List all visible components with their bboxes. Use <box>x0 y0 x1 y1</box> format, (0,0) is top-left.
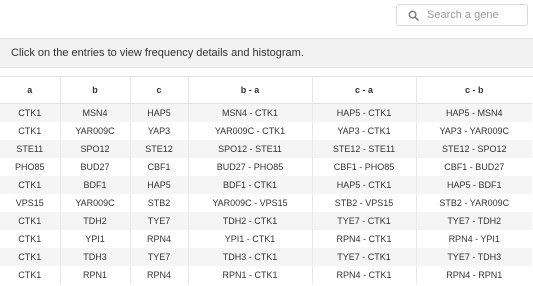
table-cell[interactable]: STE12 <box>129 140 188 158</box>
table-cell[interactable]: CBF1 - PHO85 <box>311 158 416 176</box>
column-header-c-minus-a[interactable]: c - a <box>311 77 416 104</box>
table-cell[interactable]: TDH2 <box>59 212 130 230</box>
table-row[interactable]: STE11 SPO12 STE12 SPO12 - STE11 STE12 - STE1… <box>0 140 532 158</box>
frequency-table: a b c b - a c - a c - b CTK1 MSN4 HAP5 MSN4… <box>0 76 533 286</box>
table-row[interactable]: CTK1 MSN4 HAP5 MSN4 - CTK1 HAP5 - CTK1 HAP5 -… <box>0 103 532 122</box>
column-header-c-minus-b[interactable]: c - b <box>415 77 532 104</box>
table-cell[interactable]: BUD27 - PHO85 <box>187 158 312 176</box>
table-cell[interactable]: RPN1 - CTK1 <box>187 266 312 284</box>
table-cell[interactable]: SPO12 <box>59 140 130 158</box>
table-cell[interactable]: RPN1 <box>59 266 130 284</box>
table-cell[interactable]: YAR009C <box>59 122 130 140</box>
table-cell[interactable]: BDF1 - CTK1 <box>187 176 312 194</box>
table-cell[interactable]: RPN4 <box>129 266 188 284</box>
table-cell[interactable]: STB2 - VPS15 <box>311 194 416 212</box>
results-table: a b c b - a c - a c - b CTK1 MSN4 HAP5 MSN4… <box>0 77 532 284</box>
table-cell[interactable]: STE12 - STE11 <box>311 140 416 158</box>
column-header-a[interactable]: a <box>0 77 60 104</box>
table-row[interactable]: VPS15 YAR009C STB2 YAR009C - VPS15 STB2 - VP… <box>0 194 532 212</box>
table-cell[interactable]: VPS15 <box>0 194 60 212</box>
table-cell[interactable]: HAP5 - MSN4 <box>415 103 532 122</box>
table-row[interactable]: CTK1 TDH3 TYE7 TDH3 - CTK1 TYE7 - CTK1 TYE7 -… <box>0 248 532 266</box>
table-cell[interactable]: TYE7 - CTK1 <box>311 212 416 230</box>
table-cell[interactable]: YAP3 - YAR009C <box>415 122 532 140</box>
table-cell[interactable]: YAP3 - CTK1 <box>311 122 416 140</box>
table-cell[interactable]: TDH2 - CTK1 <box>187 212 312 230</box>
table-row[interactable]: CTK1 YPI1 RPN4 YPI1 - CTK1 RPN4 - CTK1 RPN4 -… <box>0 230 532 248</box>
table-cell[interactable]: CBF1 - BUD27 <box>415 158 532 176</box>
table-cell[interactable]: RPN4 - RPN1 <box>415 266 532 284</box>
gene-search-input[interactable] <box>427 9 523 21</box>
table-cell[interactable]: STB2 <box>129 194 188 212</box>
table-cell[interactable]: STB2 - YAR009C <box>415 194 532 212</box>
table-cell[interactable]: CTK1 <box>0 212 60 230</box>
table-cell[interactable]: RPN4 <box>129 230 188 248</box>
table-cell[interactable]: MSN4 - CTK1 <box>187 103 312 122</box>
table-cell[interactable]: MSN4 <box>59 103 130 122</box>
gene-search-box[interactable] <box>396 4 528 26</box>
table-header-row: a b c b - a c - a c - b <box>0 77 532 104</box>
table-cell[interactable]: CBF1 <box>129 158 188 176</box>
table-cell[interactable]: RPN4 - YPI1 <box>415 230 532 248</box>
table-cell[interactable]: HAP5 - CTK1 <box>311 103 416 122</box>
table-cell[interactable]: YPI1 <box>59 230 130 248</box>
table-cell[interactable]: TDH3 <box>59 248 130 266</box>
table-row[interactable]: PHO85 BUD27 CBF1 BUD27 - PHO85 CBF1 - PHO85 C… <box>0 158 532 176</box>
column-header-b-minus-a[interactable]: b - a <box>187 77 312 104</box>
instructions-bar: Click on the entries to view frequency d… <box>0 38 533 68</box>
table-cell[interactable]: TYE7 - CTK1 <box>311 248 416 266</box>
table-cell[interactable]: YAR009C - CTK1 <box>187 122 312 140</box>
column-header-c[interactable]: c <box>129 77 188 104</box>
table-body: CTK1 MSN4 HAP5 MSN4 - CTK1 HAP5 - CTK1 HAP5 -… <box>0 103 532 284</box>
table-cell[interactable]: RPN4 - CTK1 <box>311 230 416 248</box>
table-row[interactable]: CTK1 RPN1 RPN4 RPN1 - CTK1 RPN4 - CTK1 RPN4 -… <box>0 266 532 284</box>
table-cell[interactable]: CTK1 <box>0 122 60 140</box>
table-cell[interactable]: RPN4 - CTK1 <box>311 266 416 284</box>
table-cell[interactable]: STE11 <box>0 140 60 158</box>
table-cell[interactable]: TDH3 - CTK1 <box>187 248 312 266</box>
table-cell[interactable]: CTK1 <box>0 266 60 284</box>
table-row[interactable]: CTK1 BDF1 HAP5 BDF1 - CTK1 HAP5 - CTK1 HAP5 -… <box>0 176 532 194</box>
table-cell[interactable]: HAP5 - BDF1 <box>415 176 532 194</box>
table-cell[interactable]: STE12 - SPO12 <box>415 140 532 158</box>
table-cell[interactable]: YPI1 - CTK1 <box>187 230 312 248</box>
table-cell[interactable]: YAR009C <box>59 194 130 212</box>
table-cell[interactable]: BUD27 <box>59 158 130 176</box>
table-cell[interactable]: TYE7 <box>129 212 188 230</box>
table-cell[interactable]: YAP3 <box>129 122 188 140</box>
table-cell[interactable]: CTK1 <box>0 248 60 266</box>
column-header-b[interactable]: b <box>59 77 130 104</box>
search-icon <box>403 5 423 25</box>
table-cell[interactable]: CTK1 <box>0 103 60 122</box>
table-cell[interactable]: YAR009C - VPS15 <box>187 194 312 212</box>
table-cell[interactable]: HAP5 - CTK1 <box>311 176 416 194</box>
table-cell[interactable]: TYE7 <box>129 248 188 266</box>
instructions-text: Click on the entries to view frequency d… <box>11 47 304 59</box>
table-cell[interactable]: TYE7 - TDH3 <box>415 248 532 266</box>
table-cell[interactable]: HAP5 <box>129 103 188 122</box>
table-cell[interactable]: PHO85 <box>0 158 60 176</box>
table-cell[interactable]: HAP5 <box>129 176 188 194</box>
table-row[interactable]: CTK1 YAR009C YAP3 YAR009C - CTK1 YAP3 - CTK1… <box>0 122 532 140</box>
table-cell[interactable]: CTK1 <box>0 176 60 194</box>
table-cell[interactable]: TYE7 - TDH2 <box>415 212 532 230</box>
table-cell[interactable]: CTK1 <box>0 230 60 248</box>
table-cell[interactable]: SPO12 - STE11 <box>187 140 312 158</box>
table-cell[interactable]: BDF1 <box>59 176 130 194</box>
table-row[interactable]: CTK1 TDH2 TYE7 TDH2 - CTK1 TYE7 - CTK1 TYE7 -… <box>0 212 532 230</box>
